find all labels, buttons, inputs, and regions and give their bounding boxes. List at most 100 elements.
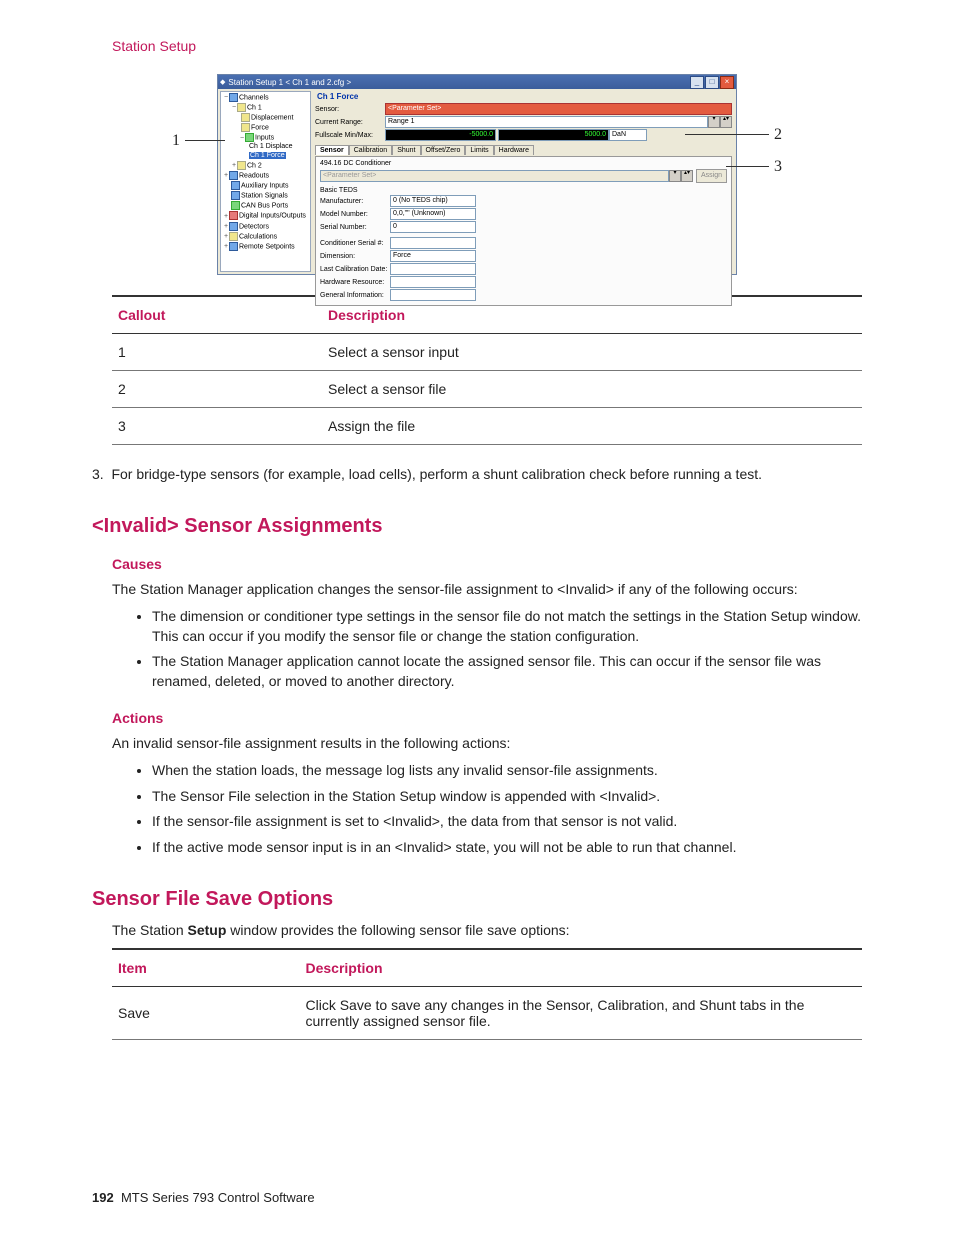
tree-ch1[interactable]: Ch 1 [247,104,262,111]
dropdown-icon[interactable]: ▾ [708,116,720,128]
tree-force[interactable]: Force [251,125,269,132]
model-label: Model Number: [320,211,390,218]
max-field: 5000.0 [498,129,609,141]
action-item: The Sensor File selection in the Station… [152,787,862,807]
serial-field: 0 [390,221,476,233]
hwres-field [390,276,476,288]
dimension-label: Dimension: [320,253,390,260]
description-header: Description [300,949,863,987]
cell: Assign the file [322,408,862,445]
window-titlebar: ◆ Station Setup 1 < Ch 1 and 2.cfg > _ □… [218,75,736,89]
cell: Click Save to save any changes in the Se… [300,987,863,1040]
minimize-button[interactable]: _ [690,76,704,89]
properties-pane: Ch 1 Force Sensor: <Parameter Set> Curre… [313,89,736,274]
invalid-heading: <Invalid> Sensor Assignments [92,515,862,538]
actions-intro: An invalid sensor-file assignment result… [112,734,862,754]
dropdown-icon[interactable]: ▾ [669,170,681,182]
tab-sensor[interactable]: Sensor [315,145,349,155]
action-item: If the active mode sensor input is in an… [152,838,862,858]
conditioner-text: 494.16 DC Conditioner [320,160,727,167]
tree-remote-sp[interactable]: Remote Setpoints [239,243,295,250]
pane-title: Ch 1 Force [317,92,732,101]
app-icon: ◆ [220,78,225,86]
tree-channels[interactable]: Channels [239,94,269,101]
step-3-text: For bridge-type sensors (for example, lo… [111,466,762,482]
tree-digital-io[interactable]: Digital Inputs/Outputs [239,213,306,220]
cell: 3 [112,408,322,445]
cell: 2 [112,371,322,408]
lastcal-label: Last Calibration Date: [320,266,390,273]
action-item: If the sensor-file assignment is set to … [152,812,862,832]
cell: Select a sensor file [322,371,862,408]
item-header: Item [112,949,300,987]
dimension-field: Force [390,250,476,262]
navigation-tree[interactable]: −Channels −Ch 1 Displacement Force −Inpu… [220,91,311,272]
range-dropdown[interactable]: Range 1 [385,116,708,128]
callout-header: Callout [112,296,322,334]
tree-displacement[interactable]: Displacement [251,115,293,122]
tree-inputs[interactable]: Inputs [255,135,274,142]
tab-offset[interactable]: Offset/Zero [421,145,466,155]
cause-item: The Station Manager application cannot l… [152,652,862,691]
unit-field[interactable]: DaN [609,129,647,141]
model-field: 0,0,"" (Unknown) [390,208,476,220]
tree-detectors[interactable]: Detectors [239,223,269,230]
callout-line [726,166,769,167]
tree-ch2[interactable]: Ch 2 [247,162,262,169]
manufacturer-label: Manufacturer: [320,198,390,205]
actions-heading: Actions [112,710,862,726]
tree-ch1-force-selected[interactable]: Ch 1 Force [249,152,286,159]
causes-heading: Causes [112,556,862,572]
min-field: -5000.0 [385,129,496,141]
page-section-header: Station Setup [112,38,862,54]
tab-hardware[interactable]: Hardware [494,145,534,155]
maximize-button[interactable]: □ [705,76,719,89]
cond-serial-label: Conditioner Serial #: [320,240,390,247]
tab-limits[interactable]: Limits [465,145,493,155]
sensor-tab-panel: 494.16 DC Conditioner <Parameter Set> ▾ … [315,156,732,306]
sensor-field[interactable]: <Parameter Set> [385,103,732,115]
serial-label: Serial Number: [320,224,390,231]
assign-button[interactable]: Assign [696,169,727,183]
minmax-label: Fullscale Min/Max: [315,132,385,139]
cond-serial-field [390,237,476,249]
cell: Select a sensor input [322,334,862,371]
spinner-icon[interactable]: ▴▾ [720,116,732,128]
lastcal-field [390,263,476,275]
tabs-row: SensorCalibrationShuntOffset/ZeroLimitsH… [315,144,732,154]
teds-label: Basic TEDS [320,187,727,194]
callout-number-2: 2 [774,126,782,144]
callout-line [685,134,769,135]
causes-intro: The Station Manager application changes … [112,580,862,600]
spinner-icon[interactable]: ▴▾ [681,170,693,182]
tab-shunt[interactable]: Shunt [392,145,420,155]
manufacturer-field: 0 (No TEDS chip) [390,195,476,207]
range-label: Current Range: [315,119,385,126]
callout-number-3: 3 [774,158,782,176]
tree-ch1-displace[interactable]: Ch 1 Displace [249,143,293,150]
window-title: Station Setup 1 < Ch 1 and 2.cfg > [228,78,690,87]
sensor-file-dropdown[interactable]: <Parameter Set> [320,170,669,182]
geninfo-label: General Information: [320,292,390,299]
action-item: When the station loads, the message log … [152,761,862,781]
close-button[interactable]: × [720,76,734,89]
callout-line [185,140,225,141]
geninfo-field [390,289,476,301]
tree-readouts[interactable]: Readouts [239,172,269,179]
cell: 1 [112,334,322,371]
hwres-label: Hardware Resource: [320,279,390,286]
sensor-label: Sensor: [315,106,385,113]
tree-aux-inputs[interactable]: Auxiliary Inputs [241,183,288,190]
callout-table: Callout Description 1Select a sensor inp… [112,295,862,445]
tree-station-signals[interactable]: Station Signals [241,193,288,200]
save-intro: The Station Setup window provides the fo… [112,921,862,941]
tab-calibration[interactable]: Calibration [349,145,392,155]
tree-calculations[interactable]: Calculations [239,233,277,240]
callout-number-1: 1 [172,132,180,150]
figure-station-setup: 1 2 3 ◆ Station Setup 1 < Ch 1 and 2.cfg… [217,74,737,275]
save-options-table: Item Description Save Click Save to save… [112,948,862,1040]
tree-can-bus[interactable]: CAN Bus Ports [241,203,288,210]
save-heading: Sensor File Save Options [92,888,862,911]
cause-item: The dimension or conditioner type settin… [152,607,862,646]
station-setup-window: ◆ Station Setup 1 < Ch 1 and 2.cfg > _ □… [217,74,737,275]
